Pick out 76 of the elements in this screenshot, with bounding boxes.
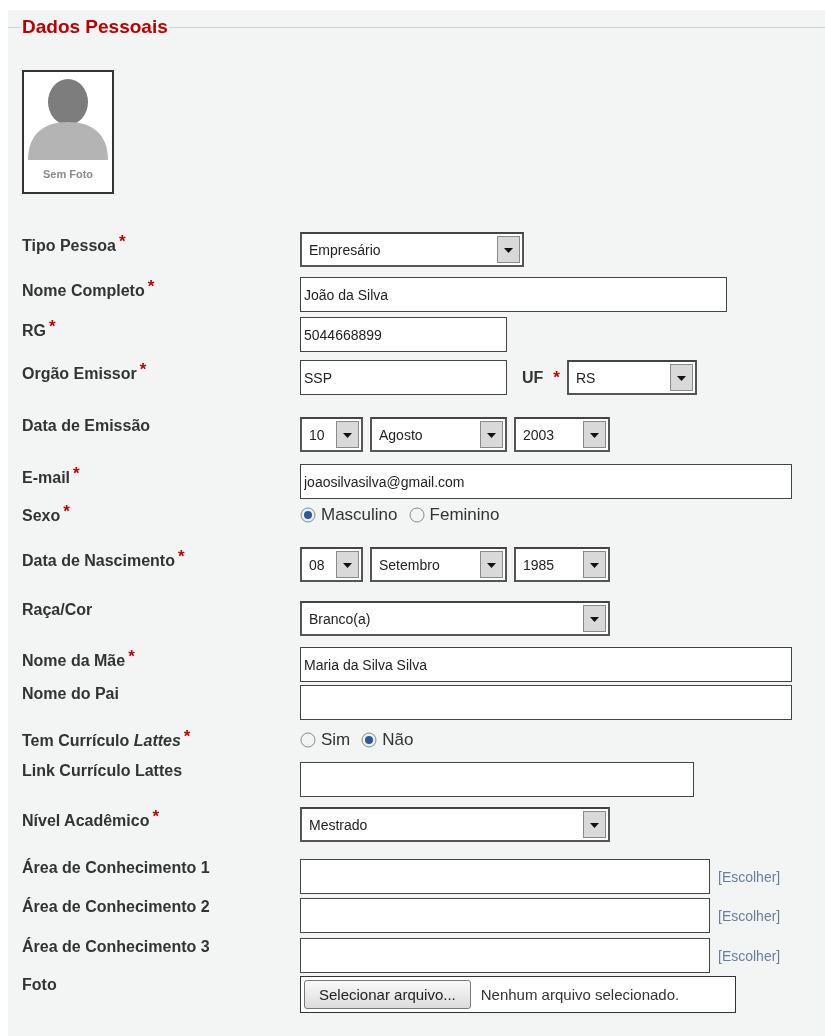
dropdown-field[interactable]: 08 [300, 547, 363, 582]
dropdown-field[interactable]: RS [566, 360, 697, 395]
field-label: Área de Conhecimento 2 [22, 896, 210, 915]
required-mark: * [118, 232, 126, 251]
radio-button[interactable] [408, 507, 425, 523]
dropdown-field[interactable]: Empresário [300, 232, 524, 267]
caret-icon [583, 811, 606, 838]
input-field[interactable] [300, 685, 792, 720]
choose-link[interactable]: [Escolher] [718, 868, 781, 885]
caret-icon [497, 236, 520, 263]
field-label: Nome da Mãe [22, 651, 126, 669]
caret-icon [480, 421, 503, 448]
field-label: Foto [22, 975, 57, 993]
input-field[interactable]: João da Silva [300, 277, 727, 312]
select-file-button[interactable]: Selecionar arquivo... [304, 980, 471, 1009]
dropdown-field[interactable]: 10 [300, 417, 363, 452]
required-mark: * [183, 727, 191, 746]
required-mark: * [128, 647, 135, 666]
field-label: UF [522, 368, 544, 387]
dropdown-field[interactable]: 1985 [514, 547, 610, 582]
required-mark: * [73, 464, 80, 483]
caret-icon [583, 551, 606, 578]
dropdown-field[interactable]: Agosto [370, 417, 507, 452]
required-mark: * [177, 547, 185, 566]
input-field[interactable]: joaosilvasilva@gmail.com [300, 464, 792, 499]
section-title: Dados Pessoais [21, 16, 169, 38]
field-label: Nome Completo [22, 281, 145, 299]
caret-icon [480, 551, 503, 578]
required-mark: * [553, 367, 560, 388]
field-label: Tem Currículo Lattes [22, 731, 181, 749]
field-label: Área de Conhecimento 3 [22, 936, 210, 955]
input-field[interactable]: 5044668899 [300, 317, 507, 352]
radio-button[interactable] [300, 507, 316, 523]
field-label: Raça/Cor [22, 600, 93, 618]
choose-link[interactable]: [Escolher] [718, 907, 781, 924]
required-mark: * [152, 807, 160, 826]
required-mark: * [147, 277, 155, 296]
field-label: Nome do Pai [22, 684, 119, 702]
caret-icon [336, 551, 359, 578]
required-mark: * [139, 360, 147, 379]
dropdown-field[interactable]: 2003 [514, 417, 610, 452]
radio-button[interactable] [300, 732, 316, 748]
input-field[interactable] [300, 938, 710, 973]
required-mark: * [63, 502, 70, 521]
field-label: Link Currículo Lattes [22, 761, 183, 779]
radio-label: Feminino [429, 505, 500, 525]
input-field[interactable] [300, 859, 710, 894]
caret-icon [336, 421, 359, 448]
input-field[interactable]: SSP [300, 360, 507, 395]
caret-icon [583, 605, 606, 632]
caret-icon [583, 421, 606, 448]
field-label: Nível Acadêmico [22, 811, 150, 829]
file-field[interactable]: Selecionar arquivo... Nenhum arquivo selecionado. [300, 976, 736, 1013]
field-label: Data de Emissão [22, 416, 151, 434]
photo-caption: Sem Foto [42, 168, 94, 180]
input-field[interactable]: Maria da Silva Silva [300, 647, 792, 682]
radio-label: Não [382, 730, 414, 750]
field-label: Data de Nascimento [22, 551, 175, 569]
field-label: Área de Conhecimento 1 [22, 857, 210, 876]
field-label: Sexo [22, 506, 61, 524]
radio-label: Masculino [321, 505, 398, 525]
file-status: Nenhum arquivo selecionado. [480, 986, 680, 1003]
dropdown-field[interactable]: Setembro [370, 547, 507, 582]
radio-label: Sim [321, 730, 351, 750]
caret-icon [669, 364, 693, 391]
field-label: RG [22, 321, 46, 339]
dropdown-field[interactable]: Branco(a) [300, 601, 610, 636]
input-field[interactable] [300, 898, 710, 933]
input-field[interactable] [300, 762, 694, 797]
choose-link[interactable]: [Escolher] [718, 947, 781, 964]
field-label: E-mail [22, 468, 70, 486]
field-label: Tipo Pessoa [22, 236, 116, 254]
field-label: Orgão Emissor [22, 364, 137, 382]
required-mark: * [49, 317, 56, 336]
dropdown-field[interactable]: Mestrado [300, 807, 610, 842]
radio-button[interactable] [361, 732, 378, 748]
